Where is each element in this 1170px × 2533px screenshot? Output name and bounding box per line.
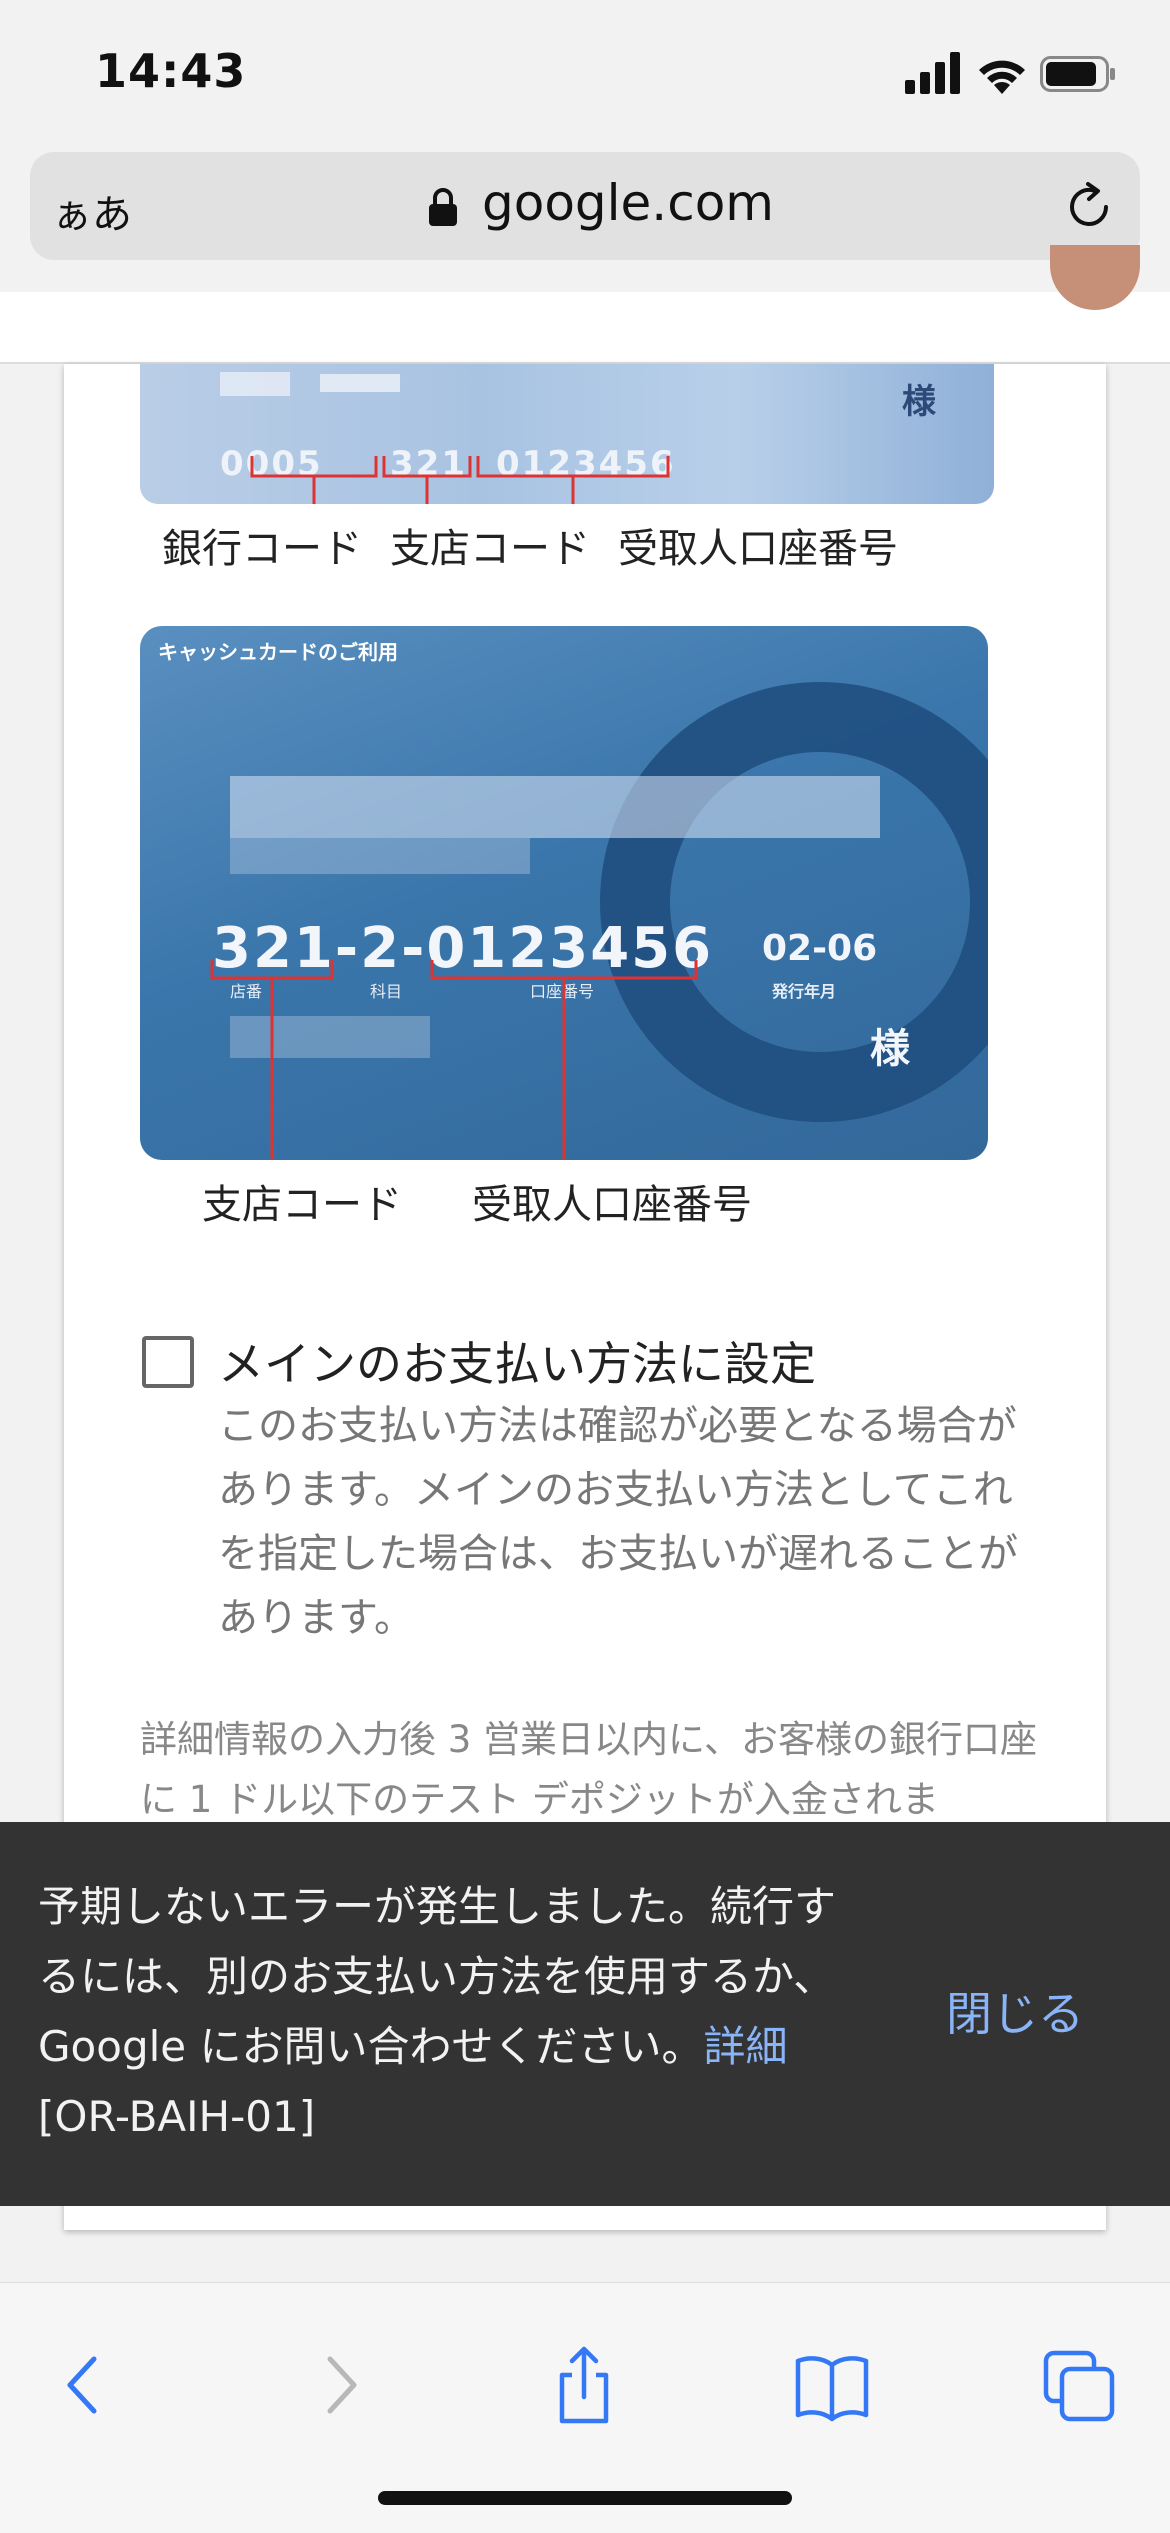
example-cash-card: キャッシュカードのご利用 321-2-0123456 02-06 発行年月 店番…: [140, 626, 988, 1160]
reload-icon[interactable]: [1062, 180, 1116, 234]
url-domain[interactable]: google.com: [482, 174, 774, 232]
wifi-icon: [979, 60, 1025, 94]
forward-icon[interactable]: [298, 2345, 378, 2425]
share-icon[interactable]: [544, 2345, 624, 2425]
status-bar: 14:43: [0, 0, 1170, 150]
text-size-button[interactable]: ぁあ: [52, 182, 132, 240]
card1-label-bank-code: 銀行コード: [162, 526, 362, 572]
tabs-icon[interactable]: [1040, 2345, 1120, 2425]
signal-icon: [905, 52, 960, 94]
error-message: 予期しないエラーが発生しました。続行するには、別のお支払い方法を使用するか、Go…: [38, 1872, 868, 2152]
bookmarks-icon[interactable]: [792, 2345, 872, 2425]
page-header-strip: [0, 292, 1170, 364]
battery-icon: [1040, 56, 1115, 92]
primary-payment-description: このお支払い方法は確認が必要となる場合があります。メインのお支払い方法としてこれ…: [218, 1403, 1018, 1641]
back-icon[interactable]: [46, 2345, 126, 2425]
card2-bracket-lines: [210, 960, 698, 1160]
address-bar[interactable]: ぁあ google.com: [30, 152, 1140, 260]
primary-payment-label[interactable]: メインのお支払い方法に設定: [218, 1328, 816, 1394]
card1-bracket-lines: [250, 456, 670, 504]
error-snackbar: 予期しないエラーが発生しました。続行するには、別のお支払い方法を使用するか、Go…: [0, 1822, 1170, 2206]
card1-label-account-number: 受取人口座番号: [618, 526, 898, 572]
card1-label-branch-code: 支店コード: [390, 526, 590, 572]
lock-icon: [429, 188, 457, 226]
card2-label-branch-code: 支店コード: [202, 1182, 402, 1228]
example-card-top: 0005 321 0123456 様: [140, 364, 994, 504]
details-link[interactable]: 詳細: [703, 2022, 787, 2071]
close-button[interactable]: 閉じる: [946, 1978, 1084, 2044]
home-indicator: [378, 2491, 792, 2505]
test-deposit-note: 詳細情報の入力後 3 営業日以内に、お客様の銀行口座に 1 ドル以下のテスト デ…: [140, 1718, 1037, 1821]
error-code: [OR-BAIH-01]: [38, 2092, 316, 2141]
clock: 14:43: [95, 44, 247, 98]
primary-payment-checkbox[interactable]: [142, 1336, 194, 1388]
card2-label-account-number: 受取人口座番号: [472, 1182, 752, 1228]
